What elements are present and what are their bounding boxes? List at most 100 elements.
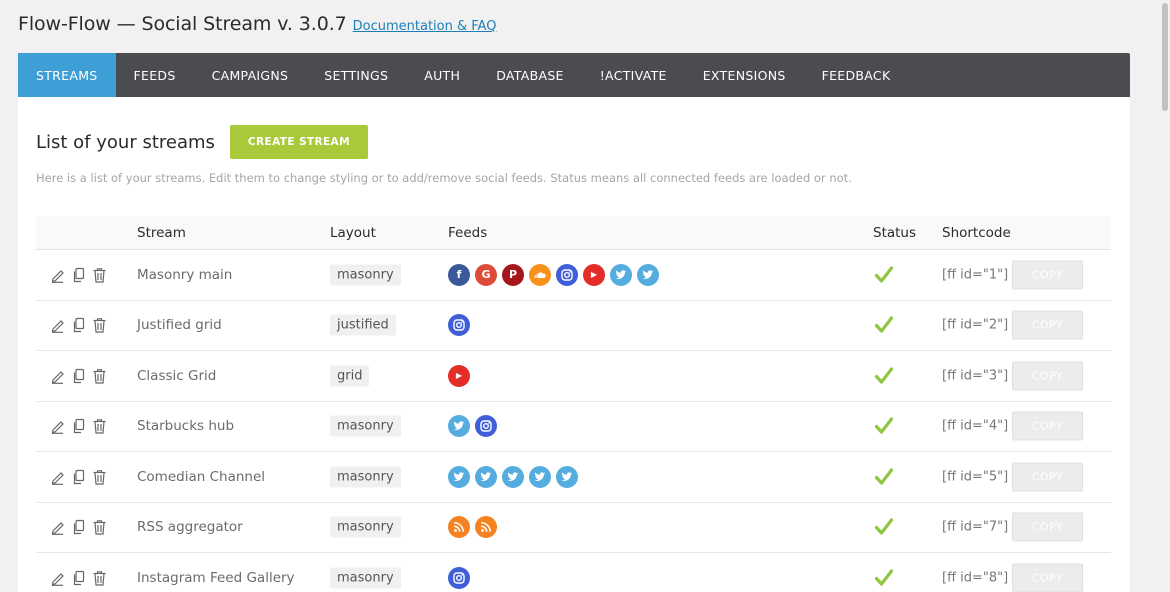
trash-icon[interactable]: [92, 418, 107, 434]
table-body: Masonry main masonry f G P ▶ [ff id="1"] COPY Ju…: [36, 250, 1111, 592]
youtube-icon: ▶: [583, 263, 605, 286]
layout-badge: masonry: [330, 415, 401, 437]
twitter-icon: [637, 263, 659, 286]
edit-icon[interactable]: [50, 418, 65, 435]
twitter-icon: [448, 415, 470, 438]
header-status: Status: [873, 225, 917, 241]
layout-badge: masonry: [330, 516, 401, 538]
header-stream: Stream: [137, 225, 186, 241]
row-actions: [50, 570, 107, 586]
copy-shortcode-button[interactable]: COPY: [1012, 563, 1083, 592]
scrollbar-thumb[interactable]: [1162, 3, 1168, 111]
layout-badge: masonry: [330, 264, 401, 286]
clone-icon[interactable]: [71, 519, 86, 535]
status-check-icon: [874, 517, 894, 537]
soundcloud-icon: [529, 263, 551, 286]
clone-icon[interactable]: [71, 469, 86, 485]
twitter-icon: [529, 465, 551, 488]
feed-icons: [448, 415, 497, 438]
stream-name[interactable]: Masonry main: [137, 267, 232, 283]
header-layout: Layout: [330, 225, 376, 241]
row-actions: [50, 267, 107, 283]
header-shortcode: Shortcode: [942, 225, 1011, 241]
layout-badge: justified: [330, 314, 396, 336]
stream-name[interactable]: Comedian Channel: [137, 469, 265, 485]
feed-icons: f G P ▶: [448, 263, 659, 286]
tab-streams[interactable]: STREAMS: [18, 53, 116, 97]
clone-icon[interactable]: [71, 418, 86, 434]
status-check-icon: [874, 416, 894, 436]
trash-icon[interactable]: [92, 267, 107, 283]
tab-database[interactable]: DATABASE: [478, 53, 582, 97]
instagram-icon: [448, 566, 470, 589]
table-row: Instagram Feed Gallery masonry [ff id="8"]…: [36, 553, 1111, 592]
table-row: Starbucks hub masonry [ff id="4"] COPY: [36, 402, 1111, 452]
table-row: Comedian Channel masonry [ff id="5"] COPY: [36, 452, 1111, 503]
stream-name[interactable]: Instagram Feed Gallery: [137, 570, 295, 586]
edit-icon[interactable]: [50, 368, 65, 384]
table-row: Justified grid justified [ff id="2"] COPY: [36, 301, 1111, 351]
twitter-icon: [502, 465, 524, 488]
edit-icon[interactable]: [50, 519, 65, 536]
edit-icon[interactable]: [50, 570, 65, 586]
create-stream-button[interactable]: CREATE STREAM: [229, 125, 368, 159]
copy-shortcode-button[interactable]: COPY: [1012, 310, 1083, 340]
stream-name[interactable]: Classic Grid: [137, 368, 216, 384]
tab-campaigns[interactable]: CAMPAIGNS: [194, 53, 307, 97]
status-check-icon: [874, 366, 894, 386]
row-actions: [50, 418, 107, 435]
documentation-link[interactable]: Documentation & FAQ: [353, 19, 497, 34]
tab-settings[interactable]: SETTINGS: [306, 53, 406, 97]
page-scrollbar[interactable]: [1160, 0, 1170, 592]
clone-icon[interactable]: [71, 570, 86, 586]
clone-icon[interactable]: [71, 368, 86, 384]
header-feeds: Feeds: [448, 225, 488, 241]
status-check-icon: [874, 568, 894, 588]
rss-icon: [475, 516, 497, 539]
trash-icon[interactable]: [92, 368, 107, 384]
copy-shortcode-button[interactable]: COPY: [1012, 260, 1083, 290]
row-actions: [50, 519, 107, 536]
copy-shortcode-button[interactable]: COPY: [1012, 411, 1083, 441]
tab-feedback[interactable]: FEEDBACK: [804, 53, 909, 97]
stream-name[interactable]: Justified grid: [137, 317, 222, 333]
trash-icon[interactable]: [92, 519, 107, 535]
edit-icon[interactable]: [50, 317, 65, 334]
table-header: Stream Layout Feeds Status Shortcode: [36, 216, 1111, 250]
instagram-icon: [475, 415, 497, 438]
rss-icon: [448, 516, 470, 539]
stream-name[interactable]: Starbucks hub: [137, 418, 234, 434]
clone-icon[interactable]: [71, 267, 86, 283]
panel-description: Here is a list of your streams. Edit the…: [36, 171, 852, 185]
layout-badge: masonry: [330, 466, 401, 488]
edit-icon[interactable]: [50, 267, 65, 283]
pinterest-icon: P: [502, 263, 524, 286]
trash-icon[interactable]: [92, 317, 107, 333]
feed-icons: [448, 465, 578, 488]
trash-icon[interactable]: [92, 469, 107, 485]
panel-title: List of your streams: [36, 131, 215, 153]
twitter-icon: [610, 263, 632, 286]
shortcode-text: [ff id="2"]: [942, 317, 1009, 333]
row-actions: [50, 317, 107, 334]
status-check-icon: [874, 265, 894, 285]
streams-panel: List of your streams CREATE STREAM Here …: [18, 97, 1130, 592]
twitter-icon: [556, 465, 578, 488]
main-nav-tabs: STREAMS FEEDS CAMPAIGNS SETTINGS AUTH DATABAS…: [18, 53, 1130, 97]
twitter-icon: [448, 465, 470, 488]
copy-shortcode-button[interactable]: COPY: [1012, 512, 1083, 542]
copy-shortcode-button[interactable]: COPY: [1012, 462, 1083, 492]
clone-icon[interactable]: [71, 317, 86, 333]
tab-extensions[interactable]: EXTENSIONS: [685, 53, 804, 97]
shortcode-text: [ff id="3"]: [942, 368, 1009, 384]
tab-auth[interactable]: AUTH: [406, 53, 478, 97]
trash-icon[interactable]: [92, 570, 107, 586]
tab-feeds[interactable]: FEEDS: [116, 53, 194, 97]
copy-shortcode-button[interactable]: COPY: [1012, 361, 1083, 391]
edit-icon[interactable]: [50, 469, 65, 485]
tab-activate[interactable]: !ACTIVATE: [582, 53, 685, 97]
instagram-icon: [448, 314, 470, 337]
feed-icons: [448, 566, 470, 589]
stream-name[interactable]: RSS aggregator: [137, 519, 243, 535]
shortcode-text: [ff id="1"]: [942, 267, 1009, 283]
